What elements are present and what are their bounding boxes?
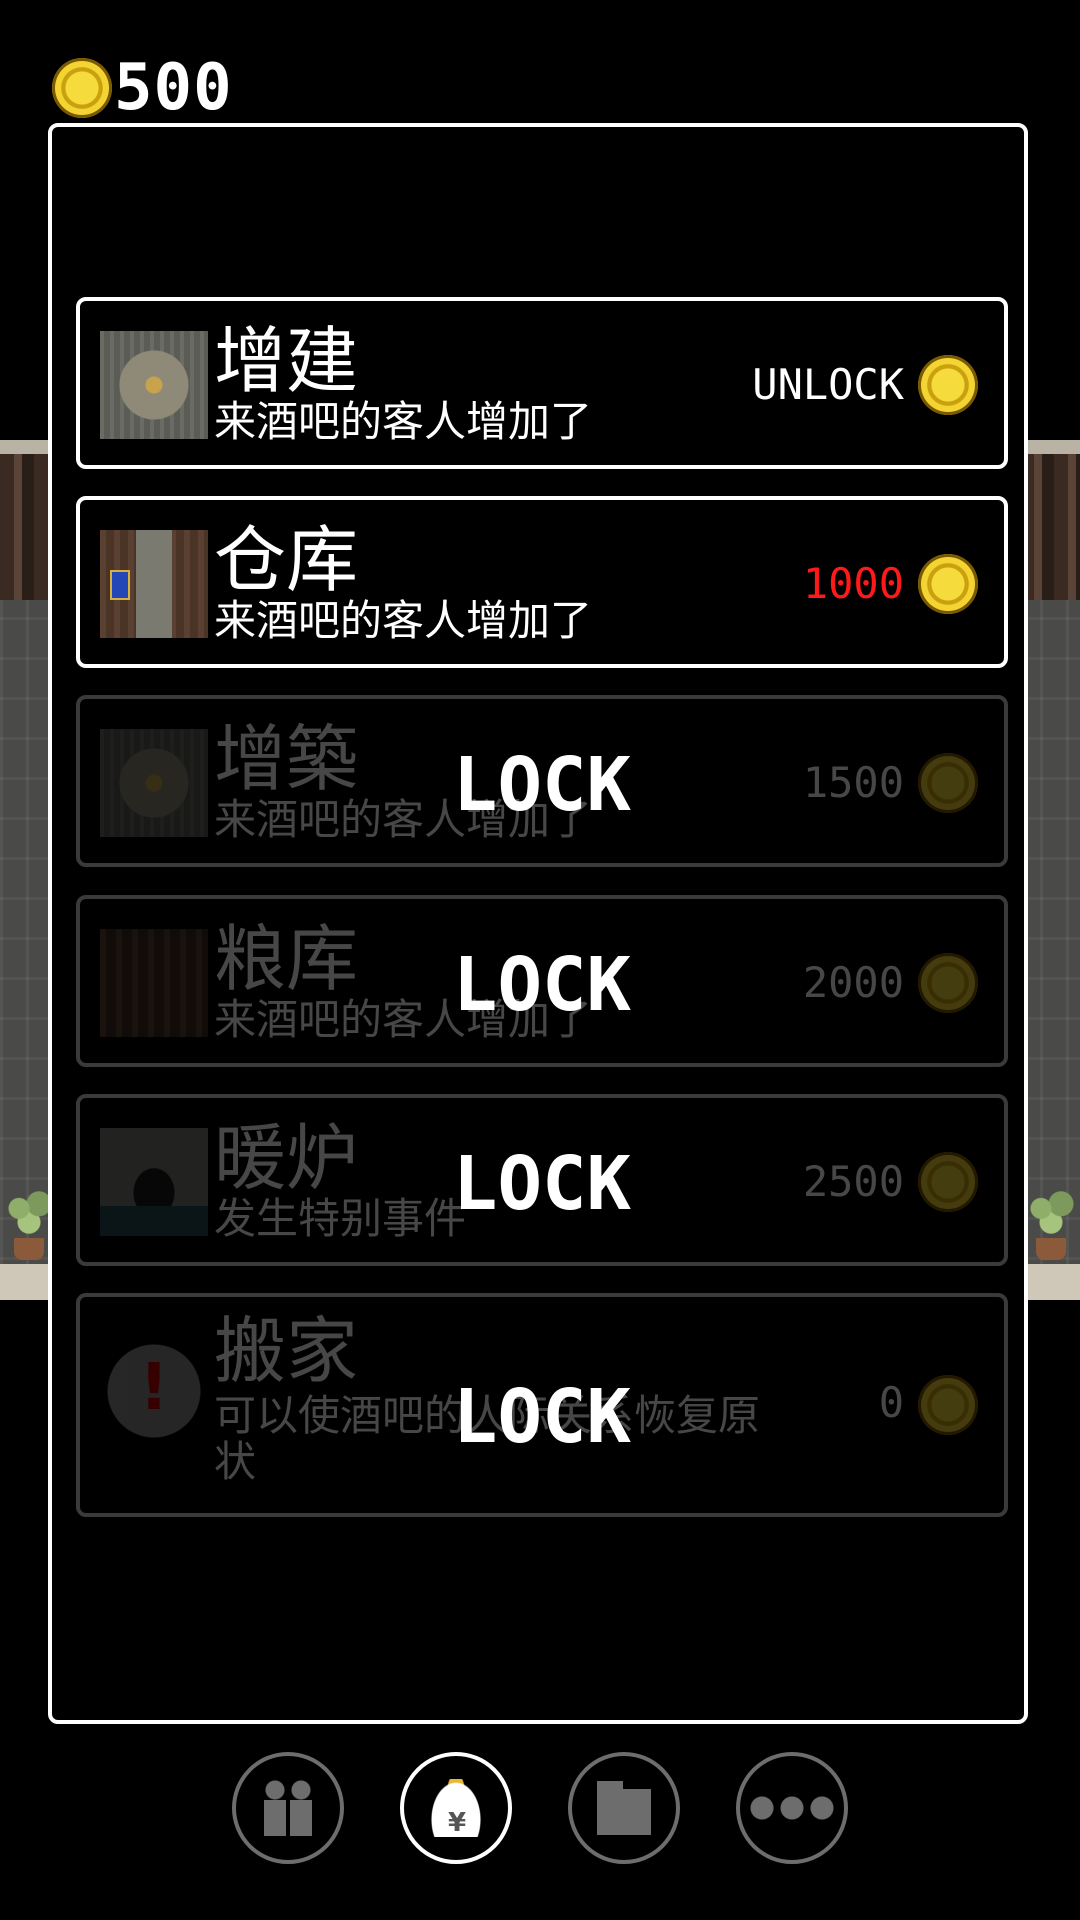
- coin-amount: 500: [114, 51, 233, 125]
- upgrade-item-expand[interactable]: 增建 来酒吧的客人增加了 UNLOCK: [76, 297, 1008, 469]
- table-icon: [100, 331, 208, 439]
- upgrade-item-granary: 粮库 来酒吧的客人增加了 2000 LOCK: [76, 895, 1008, 1067]
- upgrade-title: 增建: [214, 319, 359, 403]
- nav-records-button[interactable]: [568, 1752, 680, 1864]
- gold-coin-icon: [918, 554, 978, 614]
- plant-icon: [1026, 1190, 1076, 1260]
- lock-label: LOCK: [452, 1141, 632, 1227]
- more-icon: [750, 1796, 834, 1820]
- storage-room-icon: [100, 530, 208, 638]
- upgrade-item-fireplace: 暖炉 发生特别事件 2500 LOCK: [76, 1094, 1008, 1266]
- upgrade-description: 来酒吧的客人增加了: [214, 397, 593, 446]
- upgrade-description: 来酒吧的客人增加了: [214, 596, 593, 645]
- upgrade-panel: 增建 来酒吧的客人增加了 UNLOCK 仓库 来酒吧的客人增加了 1000 增築…: [48, 123, 1028, 1724]
- coin-counter: 500: [52, 56, 233, 120]
- upgrade-price[interactable]: UNLOCK: [752, 357, 904, 413]
- yen-symbol: ¥: [448, 1808, 467, 1838]
- gold-coin-icon: [52, 58, 112, 118]
- nav-customers-button[interactable]: [232, 1752, 344, 1864]
- nav-shop-button[interactable]: ¥: [400, 1752, 512, 1864]
- upgrade-title: 仓库: [214, 518, 359, 602]
- bottom-nav: ¥: [0, 1752, 1080, 1872]
- upgrade-price[interactable]: 1000: [803, 556, 904, 612]
- upgrade-item-move: 搬家 可以使酒吧的人际关系恢复原状 0 LOCK: [76, 1293, 1008, 1517]
- folder-icon: [597, 1781, 651, 1835]
- people-icon: [258, 1780, 318, 1836]
- nav-more-button[interactable]: [736, 1752, 848, 1864]
- lock-label: LOCK: [452, 942, 632, 1028]
- upgrade-item-storage[interactable]: 仓库 来酒吧的客人增加了 1000: [76, 496, 1008, 668]
- lock-label: LOCK: [452, 742, 632, 828]
- upgrade-item-extension: 增築 来酒吧的客人增加了 1500 LOCK: [76, 695, 1008, 867]
- gold-coin-icon: [918, 355, 978, 415]
- plant-icon: [4, 1190, 54, 1260]
- lock-label: LOCK: [452, 1374, 632, 1460]
